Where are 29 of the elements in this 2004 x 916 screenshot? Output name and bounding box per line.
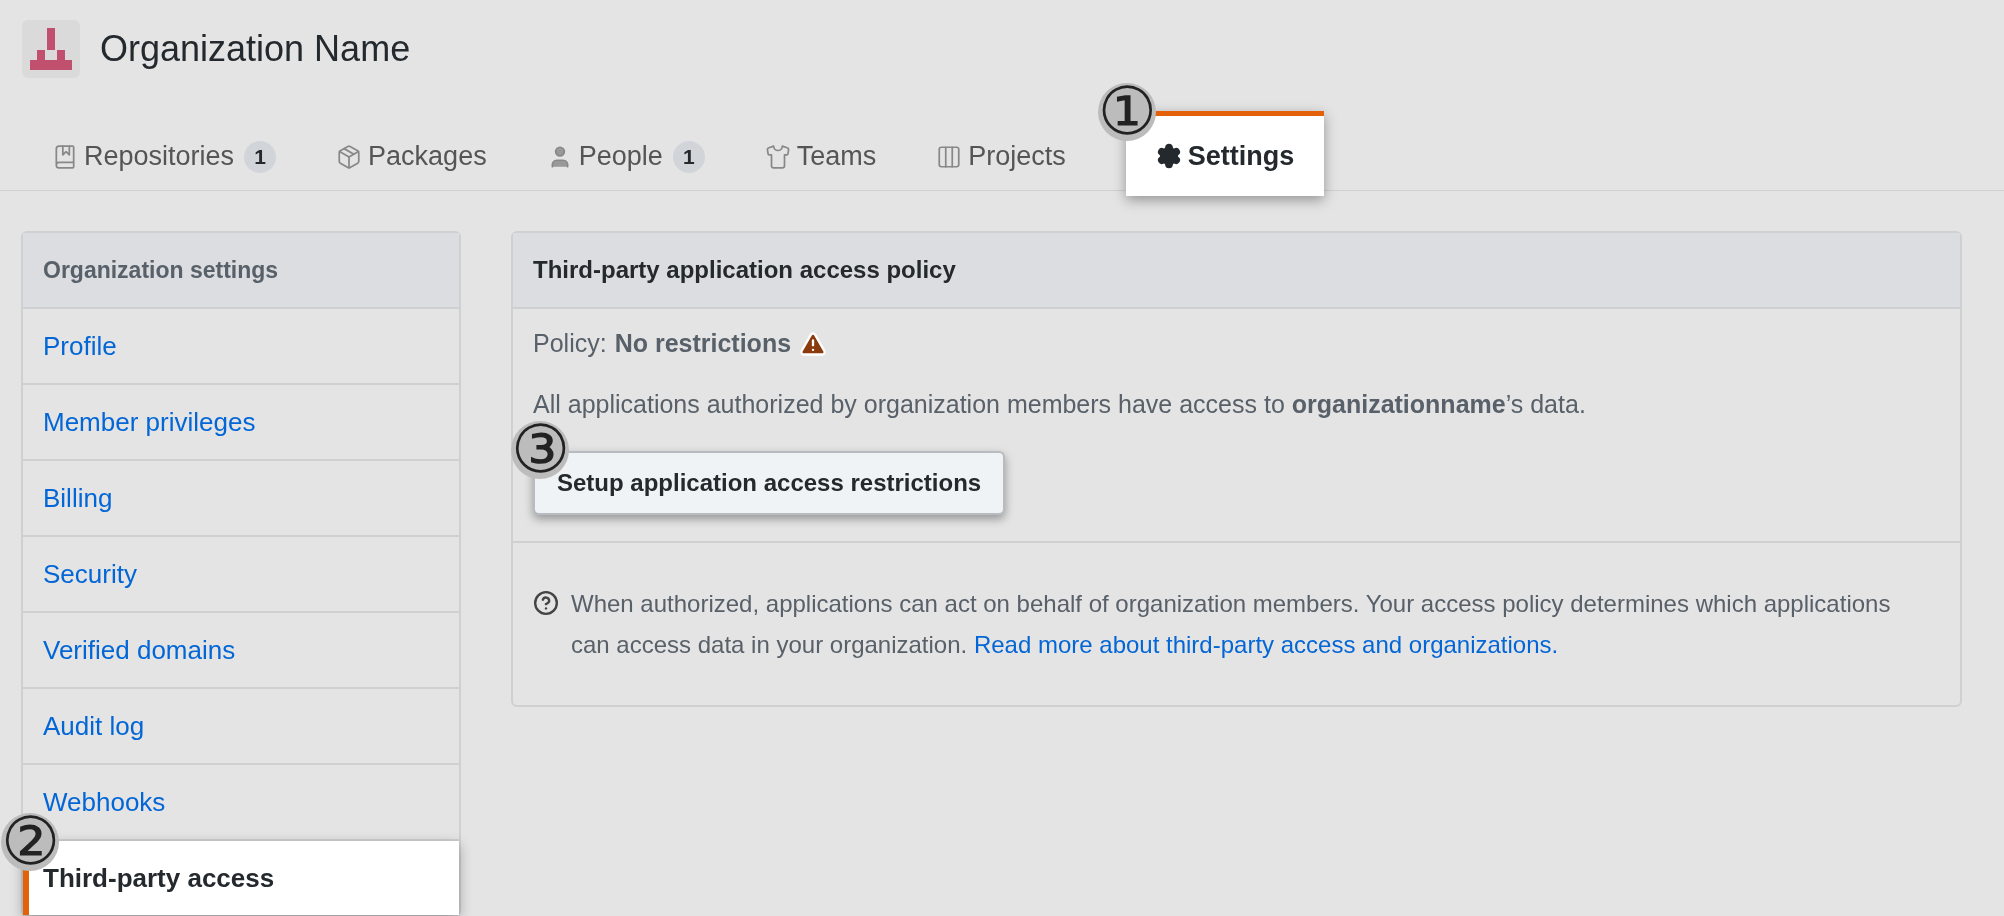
tab[interactable]: Packages [336, 118, 487, 190]
sidebar-item[interactable]: Audit log [23, 689, 459, 765]
box-icon [336, 143, 363, 170]
policy-description: All applications authorized by organization members have access to organizationname’s data. [533, 390, 1586, 419]
organization-name: Organization Name [100, 28, 411, 70]
book-icon [52, 143, 78, 170]
count-badge: 1 [672, 140, 705, 173]
sidebar-item[interactable]: Security [23, 537, 459, 613]
policy-value: No restrictions [614, 329, 792, 358]
count-badge: 1 [244, 140, 277, 173]
sidebar-item[interactable]: Member privileges [23, 385, 459, 461]
tab[interactable]: Projects [936, 118, 1066, 190]
columns-icon [936, 143, 963, 170]
help-icon [533, 590, 559, 616]
warning-icon [799, 329, 828, 358]
callout-number: ① [1097, 83, 1156, 141]
tab[interactable]: Repositories 1 [52, 118, 277, 190]
policy-label: Policy: [533, 329, 607, 358]
tab[interactable]: Teams [764, 118, 877, 190]
read-more-link[interactable]: Read more about third-party access and organizations. [973, 631, 1559, 658]
organization-logo [22, 20, 80, 78]
sidebar-item[interactable]: Billing [23, 461, 459, 537]
sidebar-item[interactable]: Verified domains [23, 613, 459, 689]
help-text: When authorized, applications can act on behalf of organization members. Your access policy determines which applications can access data in your organization. Read more about third-party access and organizations. [571, 589, 1892, 660]
sidebar-item[interactable]: Profile [23, 309, 459, 385]
jersey-icon [764, 143, 791, 170]
panel-title: Third-party application access policy [513, 233, 1960, 309]
tab[interactable]: People 1 [546, 118, 705, 190]
sidebar-title: Organization settings [23, 233, 459, 309]
